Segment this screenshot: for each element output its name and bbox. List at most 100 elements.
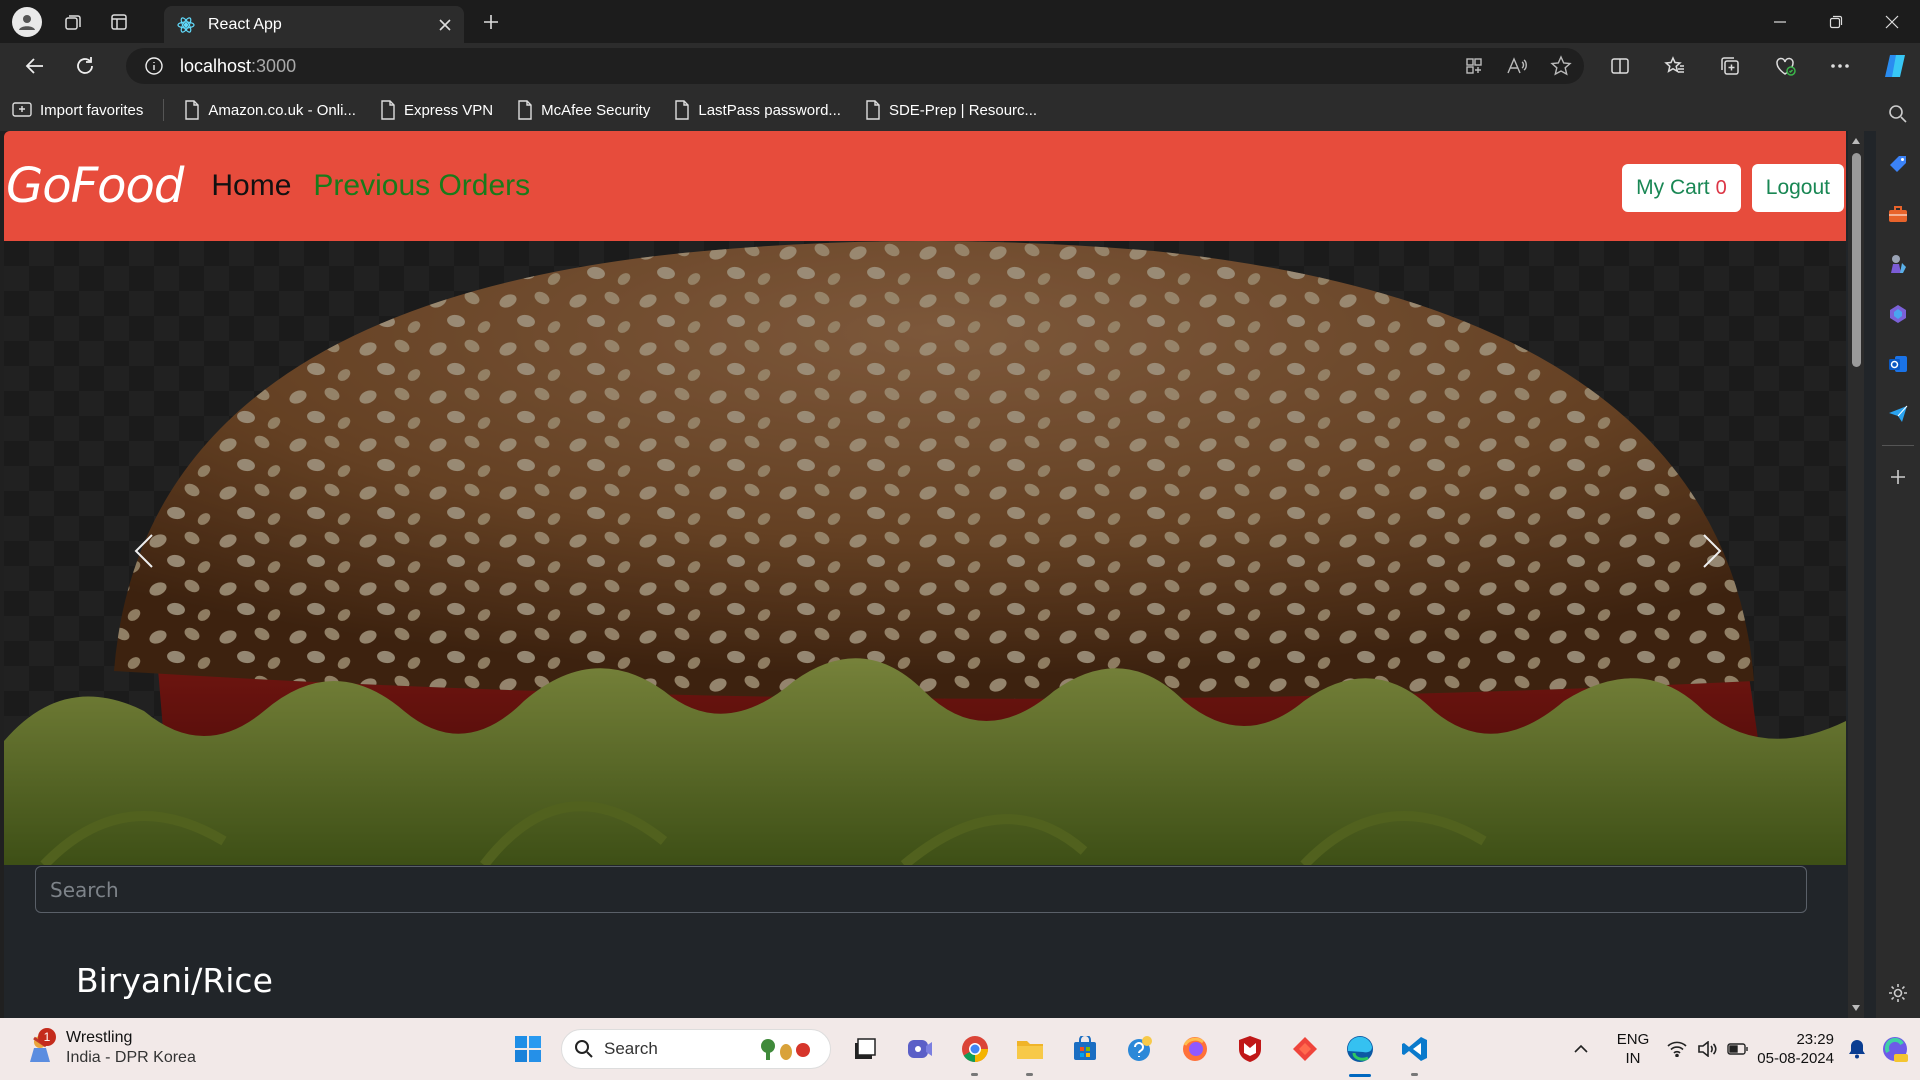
scroll-down-icon[interactable] [1851, 1004, 1861, 1012]
bookmark-label: LastPass password... [698, 101, 841, 119]
logout-button[interactable]: Logout [1751, 164, 1844, 212]
nav-link-previous-orders[interactable]: Previous Orders [313, 169, 530, 203]
cart-count-badge: 0 [1715, 176, 1727, 199]
search-icon [574, 1039, 594, 1059]
tips-help-icon[interactable] [1112, 1018, 1167, 1080]
refresh-icon[interactable] [60, 46, 110, 86]
copilot-icon[interactable] [1867, 43, 1920, 89]
chrome-icon[interactable] [947, 1018, 1002, 1080]
tab-react-app[interactable]: React App [164, 6, 464, 43]
category-heading: Biryani/Rice [76, 961, 273, 1000]
lang-code: ENG [1616, 1031, 1650, 1048]
browser-title-bar: React App [0, 0, 1920, 43]
bookmark-label: SDE-Prep | Resourc... [888, 101, 1038, 119]
read-aloud-icon[interactable] [1506, 56, 1528, 76]
sidebar-settings-icon[interactable] [1876, 968, 1920, 1018]
app-available-icon[interactable] [1464, 56, 1484, 76]
my-cart-label: My Cart [1636, 176, 1710, 199]
bookmark-label: McAfee Security [541, 101, 651, 119]
outlook-icon[interactable] [1876, 339, 1920, 389]
collections-icon[interactable] [1702, 43, 1757, 89]
minimize-icon[interactable] [1752, 0, 1808, 43]
taskbar-clock[interactable]: 23:29 05-08-2024 [1757, 1030, 1834, 1068]
browser-essentials-icon[interactable] [1757, 43, 1812, 89]
clock-date: 05-08-2024 [1757, 1050, 1834, 1067]
back-icon[interactable] [10, 46, 60, 86]
bookmark-lastpass[interactable]: LastPass password... [674, 100, 841, 120]
tools-briefcase-icon[interactable] [1876, 189, 1920, 239]
system-tray: ENG IN 23:29 05-08-2024 [1573, 1018, 1920, 1080]
clock-time: 23:29 [1796, 1031, 1834, 1048]
browser-toolbar: localhost:3000 [0, 43, 1920, 89]
bookmark-label: Express VPN [403, 101, 494, 119]
firefox-icon[interactable] [1167, 1018, 1222, 1080]
bookmark-import-favorites[interactable]: Import favorites [12, 101, 143, 119]
widget-subtitle: India - DPR Korea [66, 1049, 196, 1066]
new-tab-icon[interactable] [474, 6, 508, 38]
close-tab-icon[interactable] [438, 18, 452, 32]
bookmark-separator [163, 99, 165, 121]
vscode-icon[interactable] [1387, 1018, 1442, 1080]
teams-meet-icon[interactable] [892, 1018, 947, 1080]
my-cart-button[interactable]: My Cart 0 [1622, 164, 1741, 212]
bookmark-label: Amazon.co.uk - Onli... [208, 101, 356, 119]
mcafee-icon[interactable] [1222, 1018, 1277, 1080]
page-scrollbar[interactable] [1848, 131, 1864, 1018]
news-widget-icon: 1 [24, 1028, 56, 1064]
show-hidden-icons-chevron-icon[interactable] [1573, 1044, 1589, 1054]
shopping-tag-icon[interactable] [1876, 139, 1920, 189]
bookmark-sde-prep[interactable]: SDE-Prep | Resourc... [865, 100, 1037, 120]
address-bar[interactable]: localhost:3000 [126, 48, 1584, 84]
carousel-prev-icon[interactable] [114, 521, 174, 581]
favorites-icon[interactable] [1647, 43, 1702, 89]
import-favorites-icon [12, 101, 32, 119]
favorite-star-icon[interactable] [1550, 55, 1572, 77]
file-explorer-icon[interactable] [1002, 1018, 1057, 1080]
url-text[interactable]: localhost:3000 [164, 56, 296, 77]
bookmark-mcafee-security[interactable]: McAfee Security [517, 100, 650, 120]
volume-icon[interactable] [1697, 1041, 1717, 1057]
taskbar-search-box[interactable]: Search [561, 1029, 831, 1069]
split-screen-icon[interactable] [1592, 43, 1647, 89]
carousel-next-icon[interactable] [1682, 521, 1742, 581]
site-info-icon[interactable] [144, 56, 164, 76]
profile-avatar-icon[interactable] [12, 6, 42, 37]
brand-logo[interactable]: GoFood [6, 158, 184, 214]
hero-carousel [4, 241, 1846, 865]
close-window-icon[interactable] [1864, 0, 1920, 43]
logout-label: Logout [1765, 176, 1830, 199]
bookmark-amazon[interactable]: Amazon.co.uk - Onli... [184, 100, 356, 120]
page-icon [517, 100, 533, 120]
input-language[interactable]: ENG IN [1617, 1030, 1650, 1068]
sidebar-search-icon[interactable] [1876, 89, 1920, 139]
send-drop-icon[interactable] [1876, 389, 1920, 439]
bookmark-express-vpn[interactable]: Express VPN [380, 100, 493, 120]
scroll-up-icon[interactable] [1851, 137, 1861, 145]
games-chess-icon[interactable] [1876, 239, 1920, 289]
widgets-weather[interactable]: 1 Wrestling India - DPR Korea [24, 1028, 196, 1068]
widget-badge: 1 [38, 1028, 56, 1046]
anydesk-icon[interactable] [1277, 1018, 1332, 1080]
restore-icon[interactable] [1808, 0, 1864, 43]
food-search-input[interactable] [35, 866, 1807, 913]
microsoft-365-icon[interactable] [1876, 289, 1920, 339]
vertical-tabs-icon[interactable] [96, 0, 142, 43]
react-favicon-icon [176, 15, 196, 35]
page-icon [184, 100, 200, 120]
nav-link-home[interactable]: Home [211, 169, 291, 203]
add-sidebar-app-icon[interactable] [1876, 452, 1920, 502]
sidebar-separator [1882, 445, 1914, 446]
task-view-icon[interactable] [837, 1018, 892, 1080]
scrollbar-thumb[interactable] [1852, 153, 1861, 367]
battery-icon[interactable] [1727, 1043, 1749, 1055]
start-windows-icon[interactable] [500, 1018, 555, 1080]
microsoft-store-icon[interactable] [1057, 1018, 1112, 1080]
edge-sidebar [1876, 89, 1920, 1018]
edge-icon[interactable] [1332, 1018, 1387, 1080]
more-options-icon[interactable] [1812, 43, 1867, 89]
lang-region: IN [1625, 1050, 1641, 1067]
copilot-preview-icon[interactable] [1880, 1034, 1910, 1064]
workspaces-icon[interactable] [50, 0, 96, 43]
notification-bell-icon[interactable] [1848, 1039, 1866, 1059]
wifi-icon[interactable] [1667, 1041, 1687, 1057]
